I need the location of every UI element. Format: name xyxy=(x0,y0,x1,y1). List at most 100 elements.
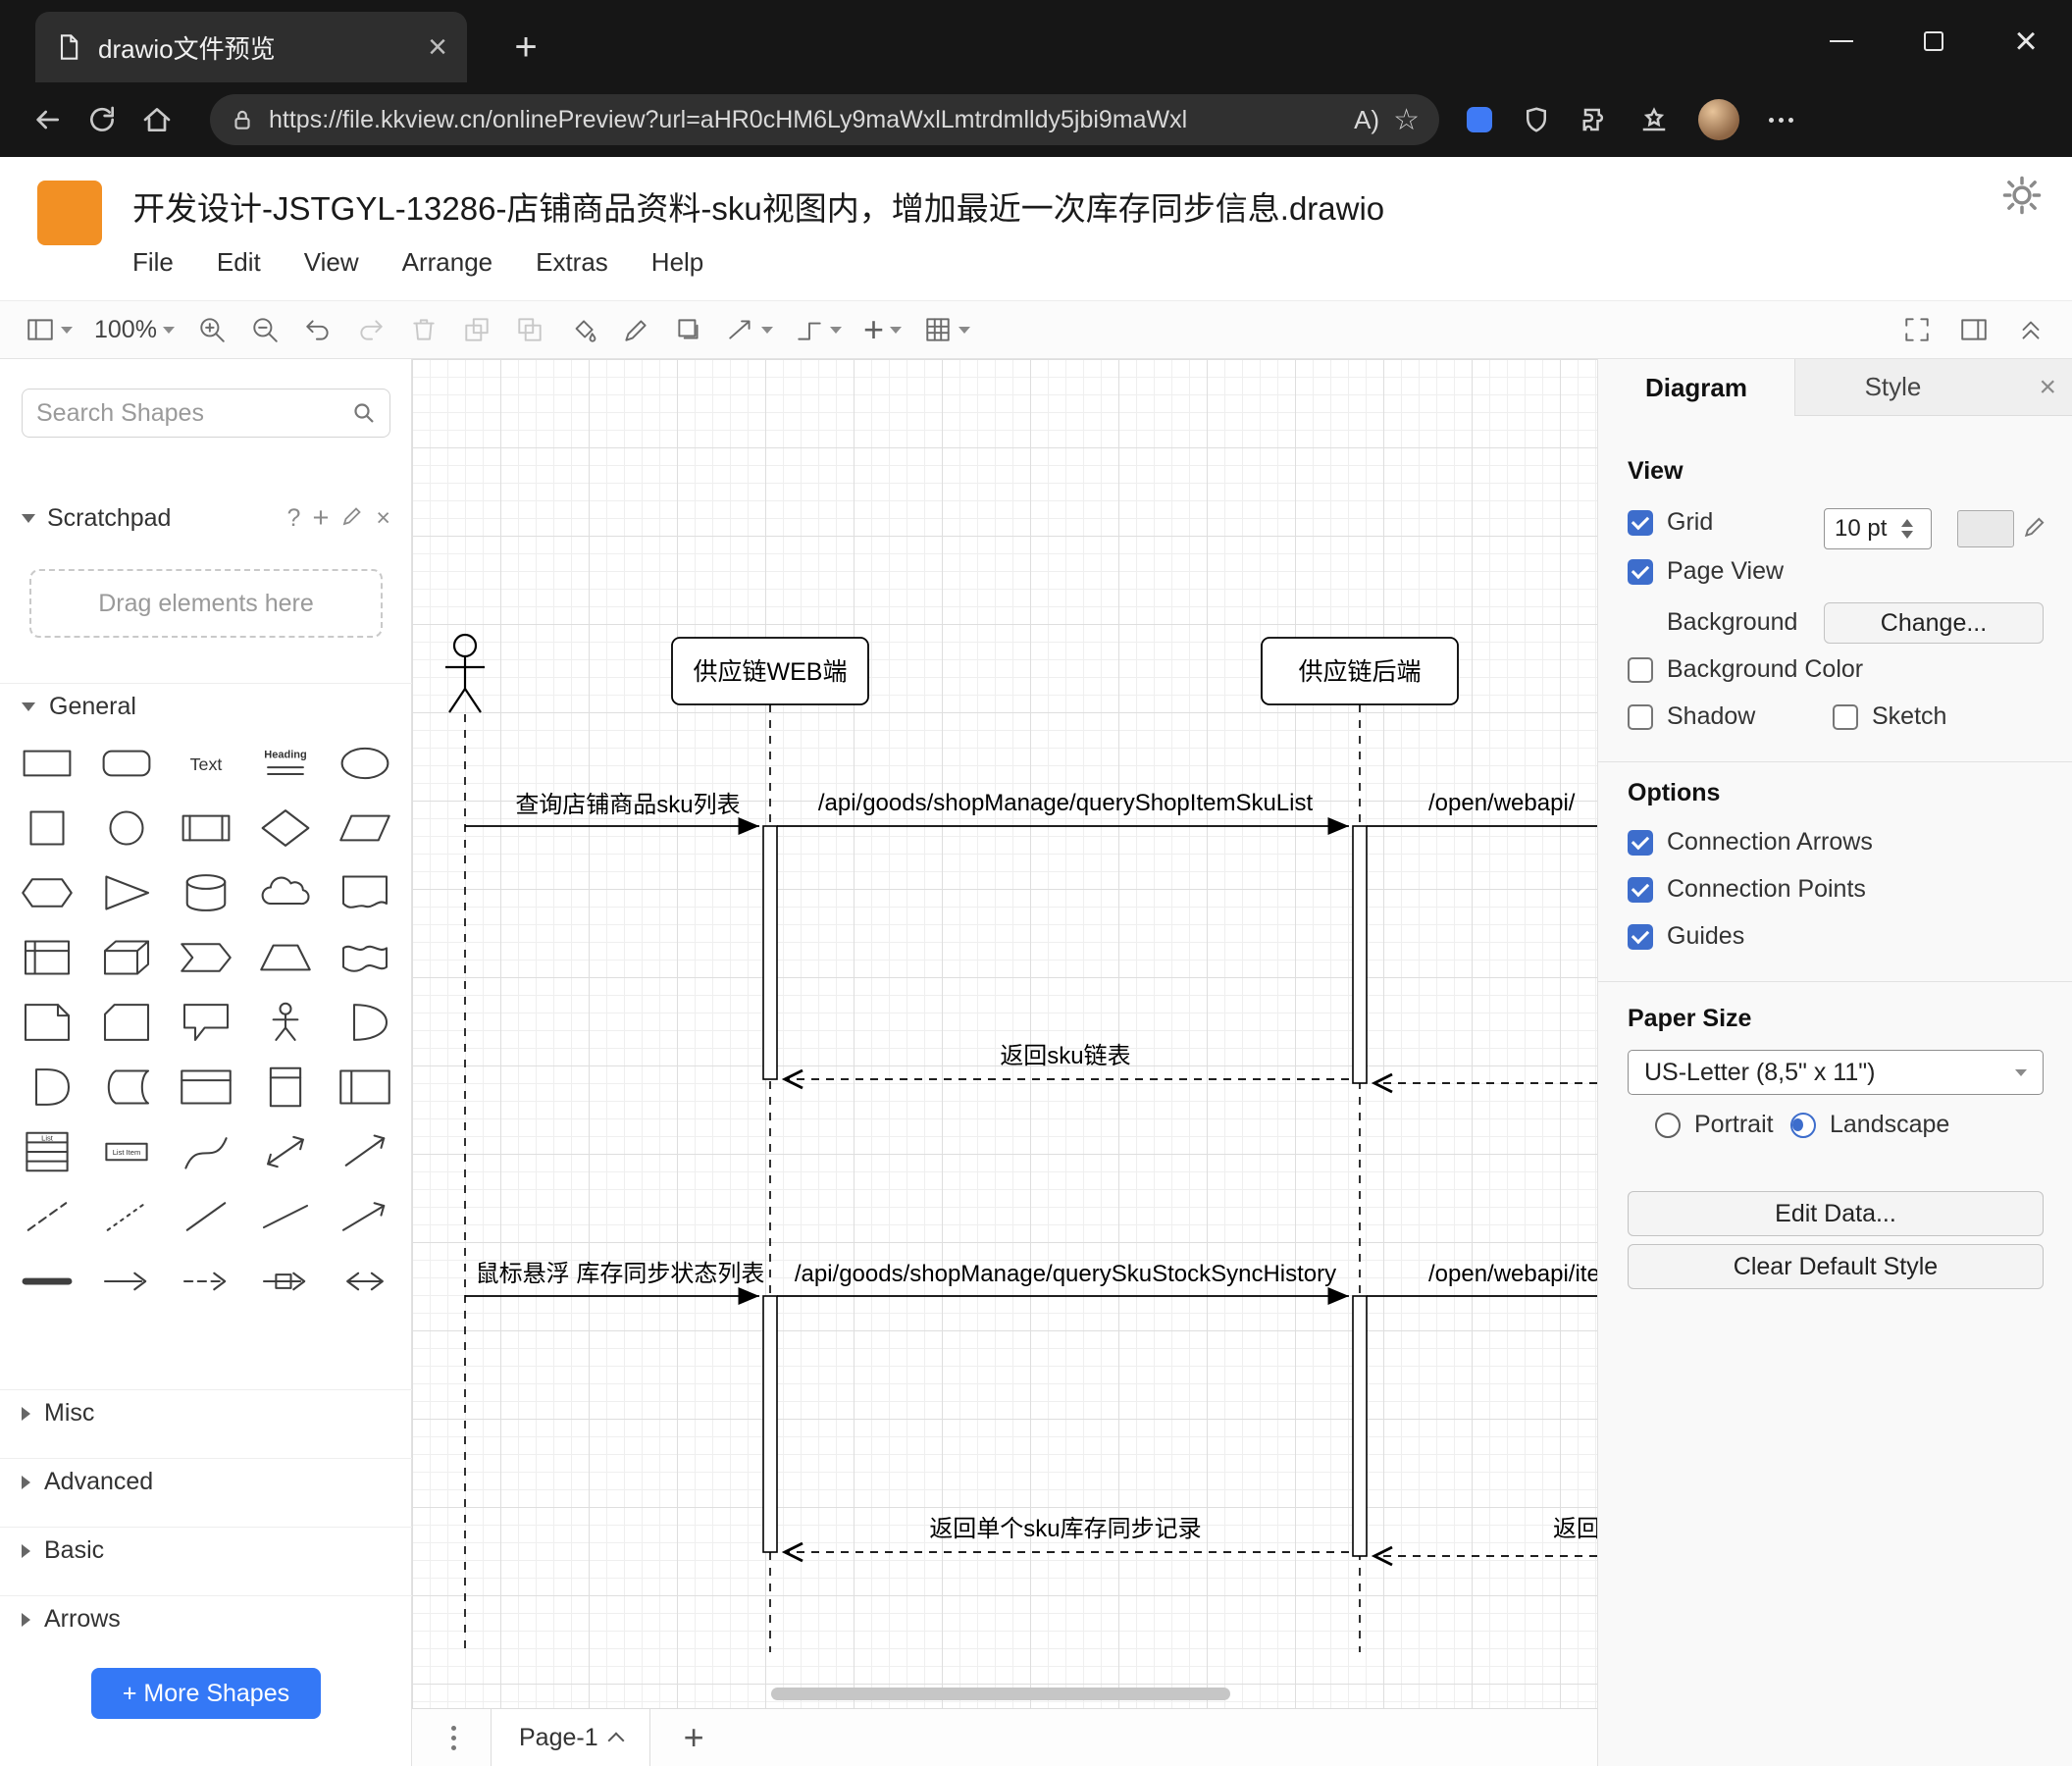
shadow-button[interactable] xyxy=(667,306,710,353)
address-bar[interactable]: https://file.kkview.cn/onlinePreview?url… xyxy=(210,94,1439,145)
new-tab-button[interactable]: + xyxy=(496,18,555,77)
home-button[interactable] xyxy=(130,92,184,147)
scratchpad-add-icon[interactable] xyxy=(312,502,329,535)
shape-triangle[interactable] xyxy=(87,863,167,922)
shape-diagonal-arrow[interactable] xyxy=(325,1187,404,1246)
shape-dashed-line[interactable] xyxy=(8,1187,87,1246)
lifeline-box-web[interactable]: 供应链WEB端 xyxy=(671,637,869,705)
waypoint-style-dropdown[interactable] xyxy=(789,306,848,353)
shape-dotted-line[interactable] xyxy=(87,1187,167,1246)
shape-vertical-container[interactable] xyxy=(245,1058,325,1117)
undo-button[interactable] xyxy=(296,306,339,353)
actor-figure[interactable] xyxy=(445,633,485,713)
delete-button[interactable] xyxy=(402,306,445,353)
menu-arrange[interactable]: Arrange xyxy=(402,247,493,278)
collections-icon[interactable] xyxy=(1639,105,1669,134)
minimize-button[interactable] xyxy=(1795,0,1888,82)
page-tab[interactable]: Page-1 xyxy=(491,1709,650,1766)
more-shapes-button[interactable]: + More Shapes xyxy=(91,1668,321,1719)
to-front-button[interactable] xyxy=(455,306,498,353)
section-general[interactable]: General xyxy=(0,683,412,730)
read-aloud-icon[interactable] xyxy=(1354,105,1379,135)
background-color-checkbox[interactable] xyxy=(1628,656,1653,683)
shape-cloud[interactable] xyxy=(245,863,325,922)
connection-arrows-checkbox[interactable] xyxy=(1628,829,1653,856)
shadow-checkbox[interactable] xyxy=(1628,703,1653,730)
grid-size-stepper[interactable] xyxy=(1901,519,1913,539)
shape-diamond[interactable] xyxy=(245,799,325,857)
activation-bar[interactable] xyxy=(762,825,778,1080)
shape-cylinder[interactable] xyxy=(167,863,246,922)
menu-edit[interactable]: Edit xyxy=(217,247,261,278)
portrait-radio[interactable] xyxy=(1655,1112,1681,1138)
grid-color-swatch[interactable] xyxy=(1957,510,2014,547)
shape-line[interactable] xyxy=(167,1187,246,1246)
shape-list[interactable]: List xyxy=(8,1122,87,1181)
shape-bidirectional-arrow[interactable] xyxy=(245,1122,325,1181)
close-panel-icon[interactable] xyxy=(2039,371,2056,404)
table-dropdown[interactable] xyxy=(917,306,976,353)
sketch-checkbox[interactable] xyxy=(1833,703,1858,730)
favorite-star-icon[interactable] xyxy=(1393,103,1420,137)
shape-rectangle[interactable] xyxy=(8,734,87,793)
shape-rounded-rectangle[interactable] xyxy=(87,734,167,793)
menu-help[interactable]: Help xyxy=(651,247,703,278)
shape-text[interactable]: Text xyxy=(167,734,246,793)
diagram-canvas[interactable]: 供应链WEB端 供应链后端 查询店铺商品sku列表 /api/goods/sho… xyxy=(412,359,1597,1708)
menu-file[interactable]: File xyxy=(132,247,174,278)
shape-cube[interactable] xyxy=(87,928,167,987)
profile-avatar[interactable] xyxy=(1698,99,1739,140)
shape-directional-arrow[interactable] xyxy=(325,1122,404,1181)
shape-card[interactable] xyxy=(87,993,167,1052)
fullscreen-button[interactable] xyxy=(1895,306,1939,353)
shape-data-storage[interactable] xyxy=(87,1058,167,1117)
section-basic[interactable]: Basic xyxy=(0,1527,412,1574)
page-view-dropdown[interactable] xyxy=(20,306,78,353)
shape-parallelogram[interactable] xyxy=(325,799,404,857)
tab-diagram[interactable]: Diagram xyxy=(1598,359,1794,416)
shape-process[interactable] xyxy=(167,799,246,857)
shape-square[interactable] xyxy=(8,799,87,857)
zoom-out-button[interactable] xyxy=(243,306,286,353)
shape-circle[interactable] xyxy=(87,799,167,857)
extensions-puzzle-icon[interactable] xyxy=(1580,105,1610,134)
browser-tab[interactable]: drawio文件预览 xyxy=(35,12,467,82)
shape-link[interactable] xyxy=(8,1252,87,1311)
shape-curve[interactable] xyxy=(167,1122,246,1181)
guides-checkbox[interactable] xyxy=(1628,923,1653,950)
shape-heading[interactable]: Heading xyxy=(245,734,325,793)
activation-bar[interactable] xyxy=(1352,825,1368,1084)
maximize-button[interactable] xyxy=(1888,0,1980,82)
shape-labeled-arrow[interactable] xyxy=(245,1252,325,1311)
shape-horizontal-pool[interactable] xyxy=(325,1058,404,1117)
line-color-button[interactable] xyxy=(614,306,657,353)
shape-list-item[interactable]: List Item xyxy=(87,1122,167,1181)
lifeline-box-backend[interactable]: 供应链后端 xyxy=(1261,637,1459,705)
connection-points-checkbox[interactable] xyxy=(1628,876,1653,903)
scratchpad-help-icon[interactable] xyxy=(287,504,301,533)
section-arrows[interactable]: Arrows xyxy=(0,1595,412,1642)
grid-size-input[interactable] xyxy=(1825,515,1899,543)
search-shapes-box[interactable] xyxy=(22,389,390,438)
shape-arrow[interactable] xyxy=(87,1252,167,1311)
shape-ellipse[interactable] xyxy=(325,734,404,793)
shape-diagonal-line[interactable] xyxy=(245,1187,325,1246)
shape-container[interactable] xyxy=(167,1058,246,1117)
shape-callout[interactable] xyxy=(167,993,246,1052)
zoom-dropdown[interactable]: 100% xyxy=(88,306,181,353)
shape-step[interactable] xyxy=(167,928,246,987)
activation-bar[interactable] xyxy=(1352,1295,1368,1557)
connection-style-dropdown[interactable] xyxy=(720,306,779,353)
zoom-in-button[interactable] xyxy=(190,306,233,353)
add-page-button[interactable]: + xyxy=(684,1717,704,1758)
close-window-button[interactable] xyxy=(1980,0,2072,82)
theme-toggle-button[interactable] xyxy=(2001,175,2043,221)
shield-extension-icon[interactable] xyxy=(1522,105,1551,134)
collapse-chevron-icon[interactable] xyxy=(22,513,35,523)
shape-and[interactable] xyxy=(8,1058,87,1117)
shape-or[interactable] xyxy=(325,993,404,1052)
menu-extras[interactable]: Extras xyxy=(536,247,608,278)
to-back-button[interactable] xyxy=(508,306,551,353)
pages-menu-icon[interactable] xyxy=(434,1725,473,1750)
browser-essentials-icon[interactable] xyxy=(1467,107,1492,132)
